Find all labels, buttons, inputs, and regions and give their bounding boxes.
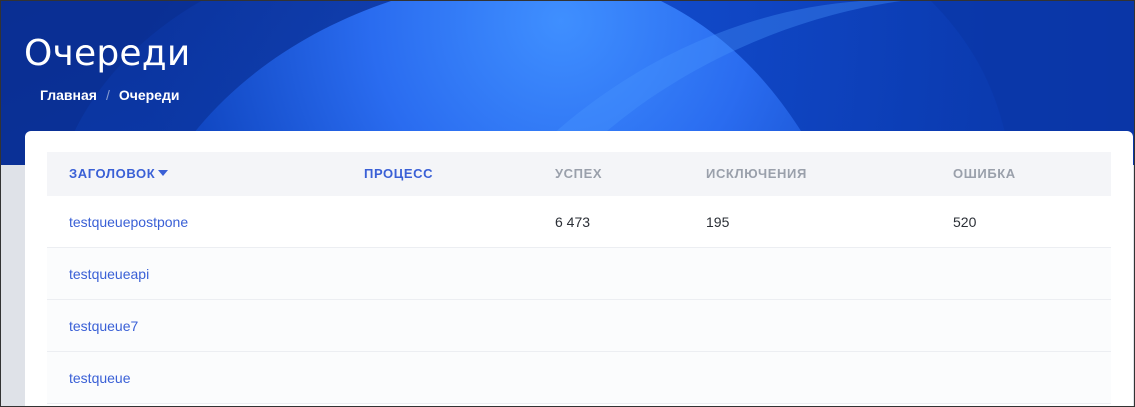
column-header-title[interactable]: Заголовок xyxy=(69,152,169,196)
queue-title-link[interactable]: testqueuepostpone xyxy=(69,196,188,247)
column-header-process[interactable]: Процесс xyxy=(364,152,433,196)
table-row: testqueue xyxy=(47,352,1111,404)
table-row: testqueue7 xyxy=(47,300,1111,352)
table-row: testqueueapi xyxy=(47,248,1111,300)
queue-exceptions-count: 195 xyxy=(706,214,730,230)
breadcrumb-current: Очереди xyxy=(118,87,180,103)
column-header-success: Успех xyxy=(555,166,603,181)
breadcrumb-home-link[interactable]: Главная xyxy=(40,87,97,103)
caret-down-icon xyxy=(158,170,169,176)
table-header: Заголовок Процесс Успех Исключения Ошибк… xyxy=(47,152,1111,196)
breadcrumb-separator: / xyxy=(105,87,110,103)
table-row: testqueuepostpone 6 473 195 520 xyxy=(47,196,1111,248)
column-header-errors: Ошибка xyxy=(953,166,1016,181)
breadcrumb: Главная / Очереди xyxy=(40,87,179,103)
app-window: Очереди Главная / Очереди Заголовок Проц… xyxy=(0,0,1135,407)
queue-title-link[interactable]: testqueue xyxy=(69,352,131,403)
column-header-exceptions: Исключения xyxy=(706,166,807,181)
queue-errors-count: 520 xyxy=(953,214,977,230)
page-title: Очереди xyxy=(24,33,191,74)
queue-title-link[interactable]: testqueue7 xyxy=(69,300,138,351)
queues-card: Заголовок Процесс Успех Исключения Ошибк… xyxy=(25,131,1133,406)
queue-success-count: 6 473 xyxy=(555,214,591,230)
queues-table: Заголовок Процесс Успех Исключения Ошибк… xyxy=(47,152,1111,404)
queue-title-link[interactable]: testqueueapi xyxy=(69,248,149,299)
